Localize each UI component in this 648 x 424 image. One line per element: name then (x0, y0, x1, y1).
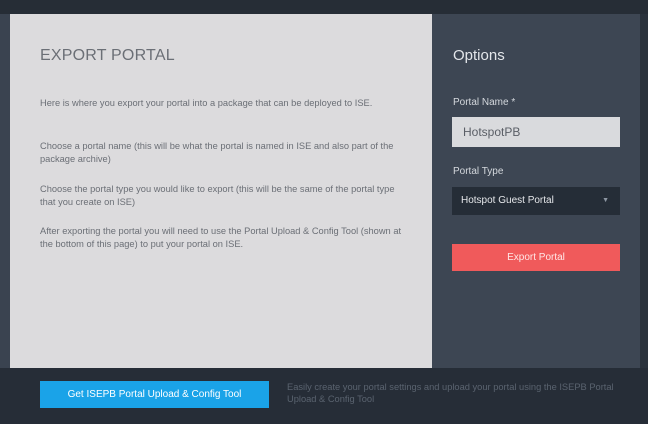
top-strip (0, 0, 648, 14)
info-paragraph-intro: Here is where you export your portal int… (40, 98, 373, 108)
info-paragraph-upload: After exporting the portal you will need… (40, 226, 402, 249)
scrollbar-track[interactable] (640, 14, 648, 368)
portal-type-select[interactable]: Hotspot Guest Portal ▼ (452, 187, 620, 215)
portal-name-label: Portal Name * (453, 97, 516, 108)
get-upload-tool-button[interactable]: Get ISEPB Portal Upload & Config Tool (40, 381, 269, 408)
portal-name-input[interactable] (452, 117, 620, 147)
footer-description: Easily create your portal settings and u… (287, 382, 614, 404)
info-paragraph-name: Choose a portal name (this will be what … (40, 141, 394, 164)
portal-type-value: Hotspot Guest Portal (461, 195, 554, 206)
export-portal-button[interactable]: Export Portal (452, 244, 620, 271)
portal-type-label: Portal Type (453, 166, 504, 177)
app-frame: EXPORT PORTAL Here is where you export y… (0, 0, 648, 424)
info-paragraph-type: Choose the portal type you would like to… (40, 184, 395, 207)
options-title: Options (453, 47, 505, 64)
page-title: EXPORT PORTAL (40, 47, 175, 64)
chevron-down-icon: ▼ (602, 197, 609, 204)
